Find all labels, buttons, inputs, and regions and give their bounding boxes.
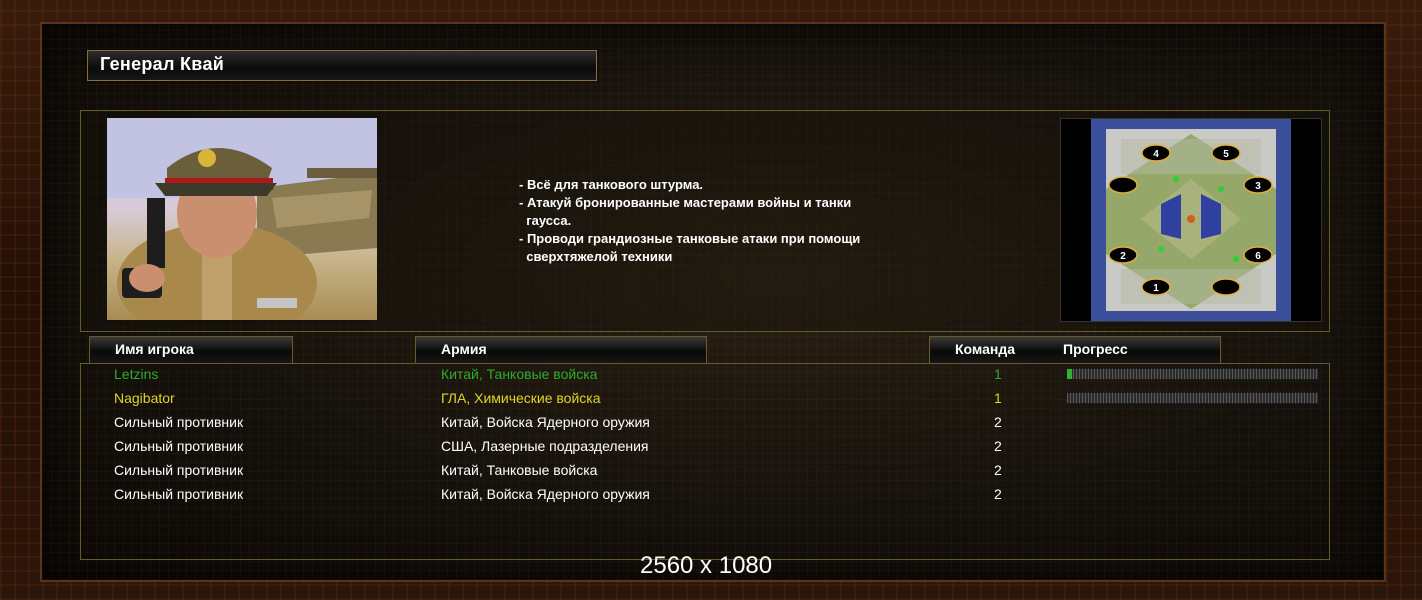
map-slot-label: 4	[1153, 149, 1159, 160]
description-line: - Всё для танкового штурма.	[519, 177, 704, 192]
player-army: Китай, Войска Ядерного оружия	[441, 414, 650, 430]
map-slot-label: 5	[1223, 149, 1229, 160]
player-team: 1	[994, 366, 1002, 382]
map-slot-label: 3	[1255, 181, 1261, 192]
player-progress-bar	[1066, 368, 1319, 380]
player-name: Letzins	[114, 366, 159, 382]
column-header-player: Имя игрока	[89, 336, 293, 364]
description-line: - Атакуй бронированные мастерами войны и…	[519, 195, 852, 210]
player-army: ГЛА, Химические войска	[441, 390, 601, 406]
player-row: Сильный противник Китай, Войска Ядерного …	[81, 484, 1329, 508]
player-row: Letzins Китай, Танковые войска 1	[81, 364, 1329, 388]
player-row: Сильный противник Китай, Войска Ядерного …	[81, 412, 1329, 436]
column-header-team-progress: Команда Прогресс	[929, 336, 1221, 364]
player-army: Китай, Танковые войска	[441, 462, 598, 478]
player-name: Сильный противник	[114, 486, 244, 502]
player-row: Сильный противник Китай, Танковые войска 2	[81, 460, 1329, 484]
map-slot-label: 2	[1120, 251, 1126, 262]
column-header-army-label: Армия	[441, 341, 487, 357]
general-title-bar: Генерал Квай	[87, 50, 597, 81]
player-team: 1	[994, 390, 1002, 406]
player-army: Китай, Войска Ядерного оружия	[441, 486, 650, 502]
resolution-label: 2560 x 1080	[640, 552, 773, 579]
player-row: Nagibator ГЛА, Химические войска 1	[81, 388, 1329, 412]
column-header-army: Армия	[415, 336, 707, 364]
player-name: Сильный противник	[114, 414, 244, 430]
player-name: Сильный противник	[114, 462, 244, 478]
player-name: Сильный противник	[114, 438, 244, 454]
player-army: США, Лазерные подразделения	[441, 438, 649, 454]
map-slot-label: 6	[1255, 251, 1261, 262]
description-line: гаусса.	[519, 213, 572, 228]
player-army: Китай, Танковые войска	[441, 366, 598, 382]
map-slot-label: 1	[1153, 283, 1159, 294]
player-row: Сильный противник США, Лазерные подраздел…	[81, 436, 1329, 460]
player-team: 2	[994, 462, 1002, 478]
player-team: 2	[994, 414, 1002, 430]
players-table: Letzins Китай, Танковые войска 1 Nagibator Г…	[80, 363, 1330, 560]
description-line: - Проводи грандиозные танковые атаки при…	[519, 231, 861, 246]
player-team: 2	[994, 438, 1002, 454]
general-portrait	[107, 118, 377, 320]
description-line: сверхтяжелой техники	[519, 249, 673, 264]
general-portrait-image	[107, 118, 377, 320]
player-progress-fill	[1067, 369, 1073, 379]
general-title: Генерал Квай	[100, 54, 225, 74]
column-header-player-label: Имя игрока	[115, 341, 194, 357]
general-description: - Всё для танкового штурма. - Атакуй бро…	[519, 176, 939, 266]
column-header-team-label: Команда	[955, 341, 1015, 357]
player-name: Nagibator	[114, 390, 175, 406]
column-header-progress-label: Прогресс	[1063, 341, 1128, 357]
player-team: 2	[994, 486, 1002, 502]
map-preview[interactable]: 4 5 3 2 6 1	[1060, 118, 1322, 322]
player-progress-bar	[1066, 392, 1319, 404]
map-preview-image: 4 5 3 2 6 1	[1091, 119, 1291, 321]
